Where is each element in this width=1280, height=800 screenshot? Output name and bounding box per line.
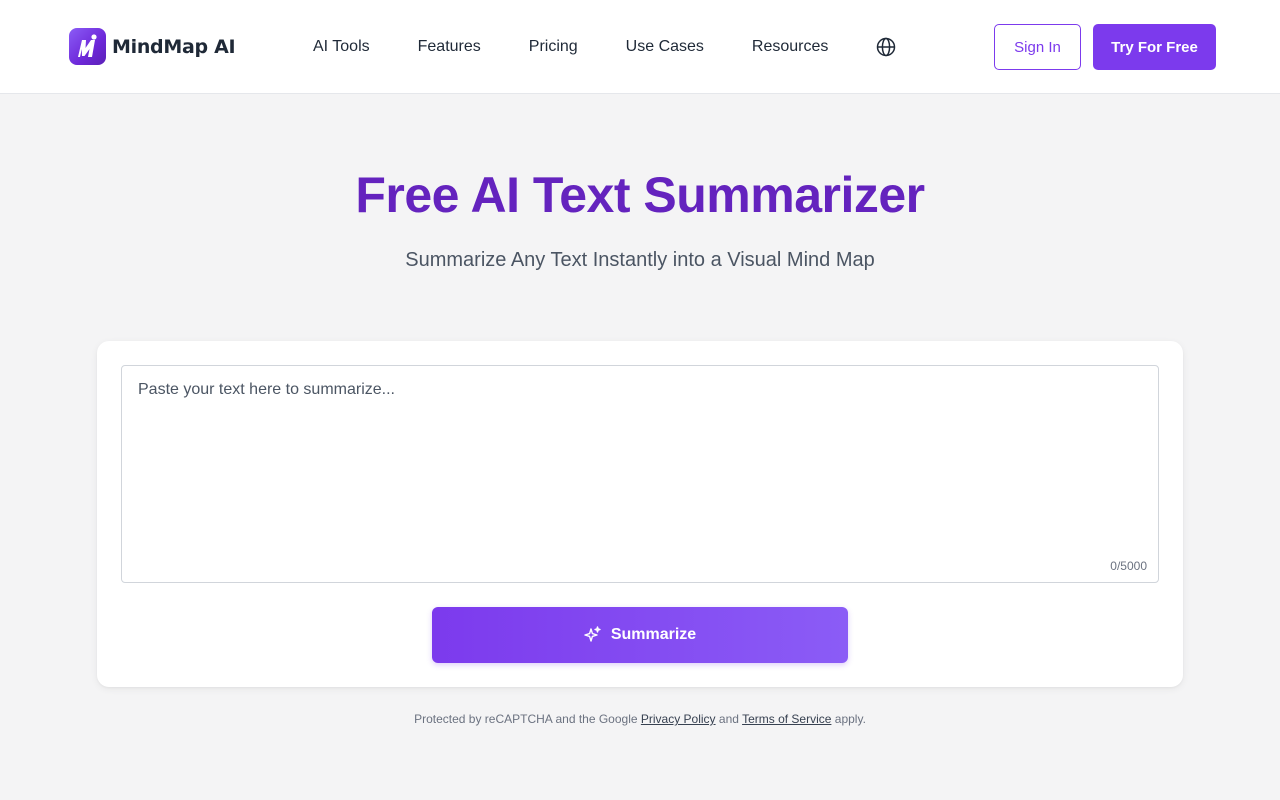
recaptcha-prefix: Protected by reCAPTCHA and the Google: [414, 712, 638, 726]
summarizer-card: 0/5000 Summarize: [97, 341, 1183, 687]
summarize-button-label: Summarize: [610, 626, 697, 643]
sparkle-icon: [584, 626, 602, 644]
nav-item-ai-tools[interactable]: AI Tools: [313, 38, 370, 56]
nav-item-resources[interactable]: Resources: [752, 38, 828, 56]
page-title: Free AI Text Summarizer: [355, 167, 925, 223]
try-for-free-button[interactable]: Try For Free: [1093, 24, 1216, 70]
logo-mark-icon: [69, 28, 106, 65]
character-counter: 0/5000: [1110, 559, 1147, 573]
nav-item-features[interactable]: Features: [418, 38, 481, 56]
sign-in-button[interactable]: Sign In: [994, 24, 1081, 70]
brand-logo[interactable]: MindMap AI: [69, 28, 236, 65]
page-subtitle: Summarize Any Text Instantly into a Visu…: [405, 249, 875, 271]
nav-item-pricing[interactable]: Pricing: [529, 38, 578, 56]
summarize-button[interactable]: Summarize: [432, 607, 848, 663]
recaptcha-and: and: [718, 712, 739, 726]
text-input[interactable]: [122, 366, 1158, 582]
terms-of-service-link[interactable]: Terms of Service: [742, 712, 831, 726]
recaptcha-notice: Protected by reCAPTCHA and the Google Pr…: [0, 712, 1280, 726]
privacy-policy-link[interactable]: Privacy Policy: [641, 712, 716, 726]
site-header: MindMap AI AI Tools Features Pricing Use…: [0, 0, 1280, 94]
brand-name: MindMap AI: [112, 35, 236, 58]
text-input-container: 0/5000: [121, 365, 1159, 583]
globe-icon[interactable]: [876, 37, 896, 57]
main-nav: AI Tools Features Pricing Use Cases Reso…: [313, 35, 896, 59]
recaptcha-suffix: apply.: [834, 712, 866, 726]
nav-item-use-cases[interactable]: Use Cases: [626, 38, 704, 56]
